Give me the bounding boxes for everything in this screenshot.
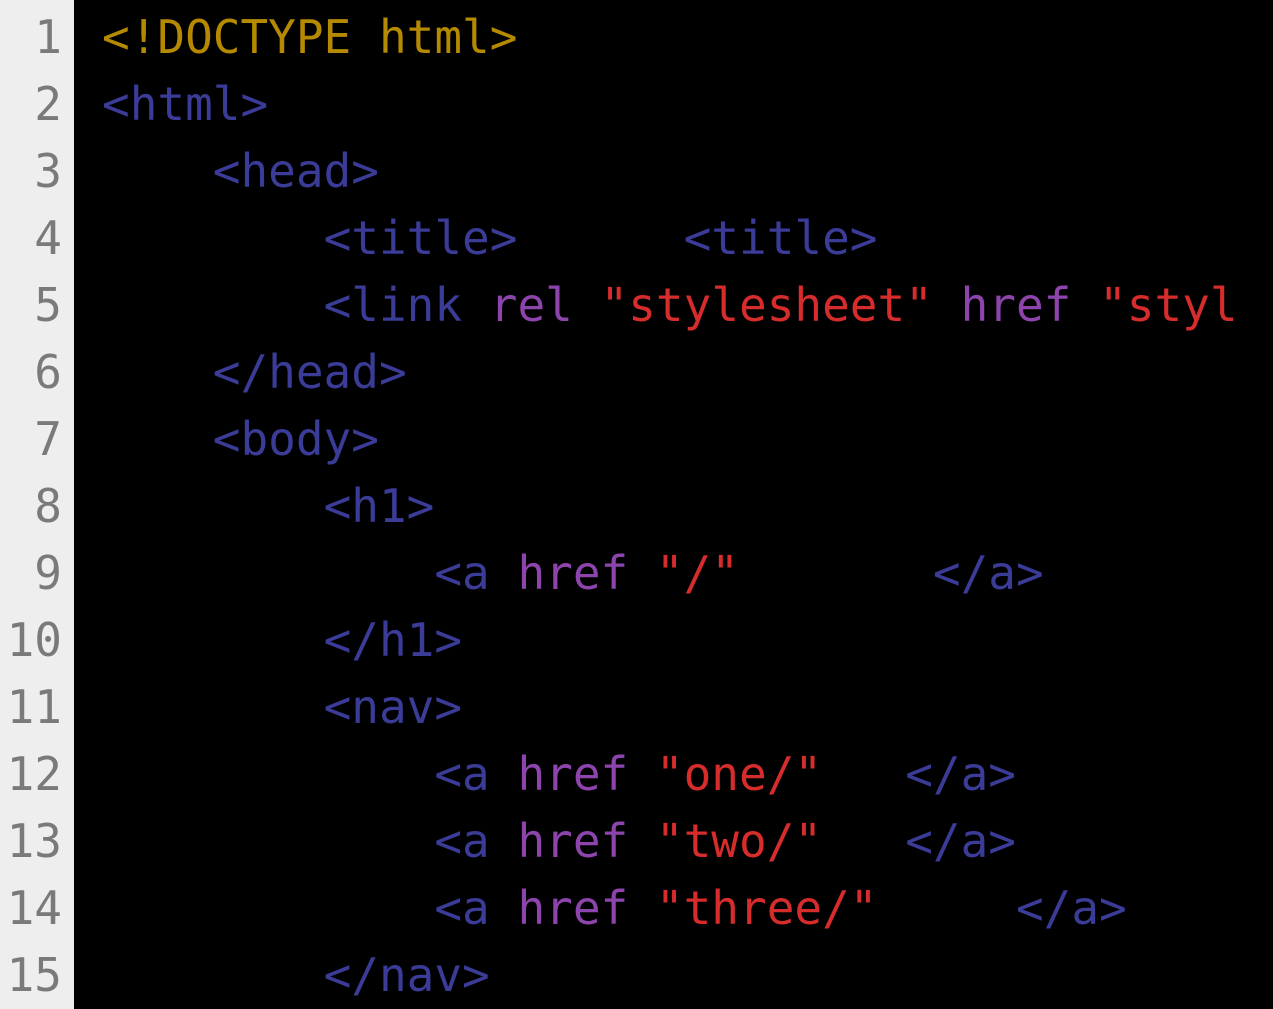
line-number: 13 [0,808,74,875]
indent [102,747,434,801]
code-line[interactable]: <a href "three/" </a> [102,875,1273,942]
line-number: 10 [0,607,74,674]
token-plain [490,747,518,801]
indent [102,546,434,600]
token-tag: <a [434,747,489,801]
token-tag: <a [434,814,489,868]
token-plain [490,814,518,868]
indent [102,345,213,399]
token-tag: <a [434,546,489,600]
token-tag: </a> [905,814,1016,868]
token-tag: </a> [905,747,1016,801]
indent [102,412,213,466]
indent [102,278,324,332]
code-editor[interactable]: 123456789101112131415 <!DOCTYPE html><ht… [0,0,1273,1009]
token-tag: </head> [213,345,407,399]
code-line[interactable]: <!DOCTYPE html> [102,4,1273,71]
code-line[interactable]: <head> [102,138,1273,205]
token-attr: href [517,546,628,600]
code-line[interactable]: <a href "two/" </a> [102,808,1273,875]
line-number: 3 [0,138,74,205]
token-tag: <link [324,278,462,332]
code-line[interactable]: </h1> [102,607,1273,674]
line-number: 9 [0,540,74,607]
line-number-gutter: 123456789101112131415 [0,0,80,1009]
token-plain [628,546,656,600]
token-plain [490,881,518,935]
indent [102,680,324,734]
indent [102,814,434,868]
line-number: 1 [0,4,74,71]
line-number: 2 [0,71,74,138]
code-line[interactable]: </head> [102,339,1273,406]
token-str: "styl [1099,278,1237,332]
indent [102,211,324,265]
token-plain [933,278,961,332]
token-plain [628,814,656,868]
token-plain [628,881,656,935]
token-attr: href [961,278,1072,332]
line-number: 8 [0,473,74,540]
token-doctype: <!DOCTYPE html> [102,10,517,64]
line-number: 6 [0,339,74,406]
indent [102,144,213,198]
line-number: 12 [0,741,74,808]
token-attr: href [517,881,628,935]
indent [102,948,324,1002]
token-plain [573,278,601,332]
indent [102,613,324,667]
token-attr: rel [490,278,573,332]
line-number: 11 [0,674,74,741]
line-number: 14 [0,875,74,942]
token-plain [462,278,490,332]
code-line[interactable]: <title> <title> [102,205,1273,272]
token-tag: <h1> [324,479,435,533]
token-str: "two/" [656,814,822,868]
token-str: "three/" [656,881,878,935]
indent [102,881,434,935]
token-str: "stylesheet" [601,278,933,332]
line-number: 15 [0,942,74,1009]
token-tag: </h1> [324,613,462,667]
token-str: "/" [656,546,739,600]
token-attr: href [517,814,628,868]
line-number: 7 [0,406,74,473]
token-attr: href [517,747,628,801]
token-plain [517,211,683,265]
code-line[interactable]: <nav> [102,674,1273,741]
code-line[interactable]: <a href "/" </a> [102,540,1273,607]
token-tag: <a [434,881,489,935]
token-tag: <nav> [324,680,462,734]
token-tag: </a> [933,546,1044,600]
token-plain [490,546,518,600]
token-plain [877,881,1015,935]
token-plain [822,747,905,801]
code-line[interactable]: <body> [102,406,1273,473]
code-line[interactable]: <h1> [102,473,1273,540]
token-tag: <head> [213,144,379,198]
code-area[interactable]: <!DOCTYPE html> <html> <head> <title> <ti… [80,0,1273,1009]
token-tag: <html> [102,77,268,131]
token-tag: <body> [213,412,379,466]
token-plain [628,747,656,801]
token-tag: <title> [684,211,878,265]
line-number: 5 [0,272,74,339]
token-tag: </nav> [324,948,490,1002]
code-line[interactable]: <a href "one/" </a> [102,741,1273,808]
code-line[interactable]: <html> [102,71,1273,138]
token-plain [739,546,933,600]
token-plain [822,814,905,868]
line-number: 4 [0,205,74,272]
code-line[interactable]: </nav> [102,942,1273,1009]
indent [102,479,324,533]
token-plain [1071,278,1099,332]
token-tag: </a> [1016,881,1127,935]
token-str: "one/" [656,747,822,801]
code-line[interactable]: <link rel "stylesheet" href "styl [102,272,1273,339]
token-tag: <title> [324,211,518,265]
